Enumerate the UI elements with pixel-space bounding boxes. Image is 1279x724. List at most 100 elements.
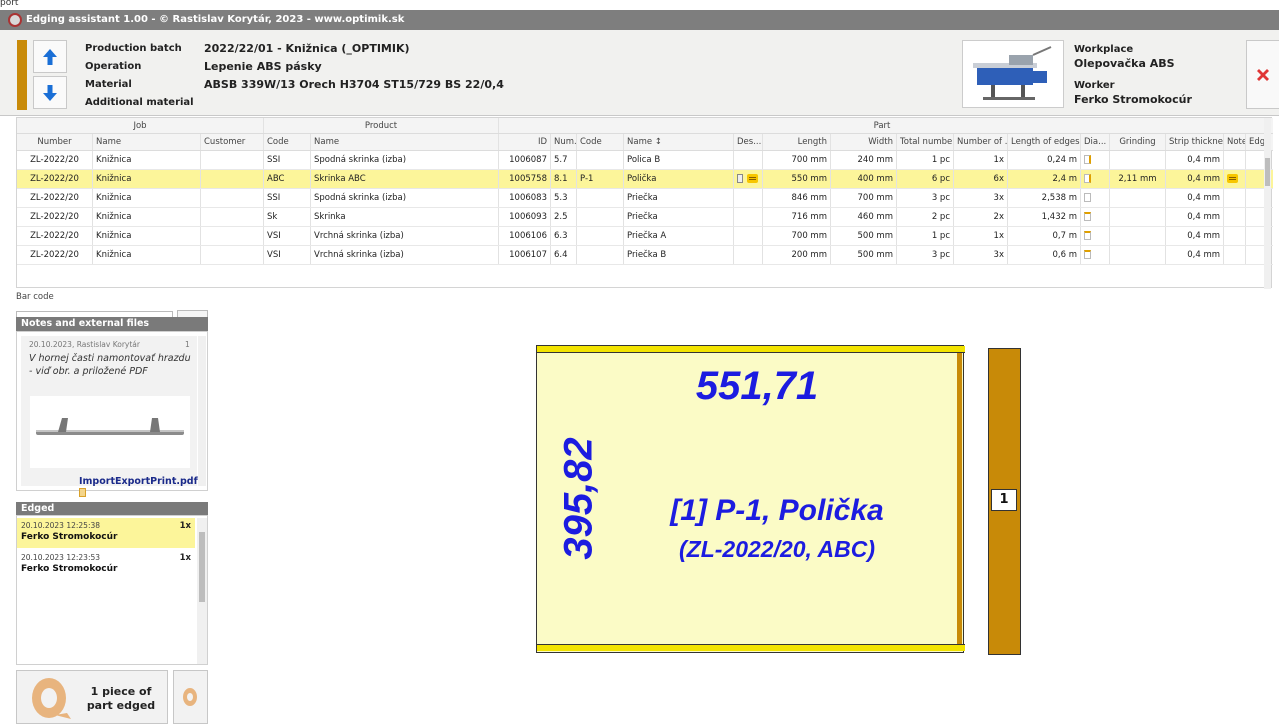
table-row[interactable]: ZL-2022/20 Knižnica Sk Skrinka 1006093 2.5 Pri…	[17, 208, 1273, 227]
note-icon	[747, 174, 758, 183]
cell-code: VSI	[264, 227, 311, 245]
workplace-machine-image	[962, 40, 1064, 108]
col-number[interactable]: Number	[17, 134, 93, 150]
group-job: Job	[17, 118, 264, 133]
edge-tape-button[interactable]	[173, 670, 208, 724]
note-text: V hornej časti namontovať hrazdu - viď o…	[29, 353, 191, 377]
cell-customer	[201, 208, 264, 226]
table-row[interactable]: ZL-2022/20 Knižnica VSI Vrchná skrinka (izb…	[17, 246, 1273, 265]
cell-edge	[1246, 208, 1266, 226]
table-row[interactable]: ZL-2022/20 Knižnica VSI Vrchná skrinka (izb…	[17, 227, 1273, 246]
col-customer[interactable]: Customer	[201, 134, 264, 150]
arrow-down-icon	[43, 84, 57, 101]
cell-edge	[1246, 170, 1266, 188]
edge-right	[957, 353, 962, 644]
part-width-dimension: 395,82	[556, 437, 601, 560]
col-strip-thickness[interactable]: Strip thickne...	[1166, 134, 1224, 150]
cell-edge-diagram	[1081, 151, 1110, 169]
cell-edge-diagram	[1081, 227, 1110, 245]
cell-count: 1x	[954, 151, 1008, 169]
cell-attachment	[734, 208, 763, 226]
cell-product: Skrinka ABC	[311, 170, 499, 188]
cell-pname: Priečka A	[624, 227, 734, 245]
col-length[interactable]: Length	[763, 134, 831, 150]
cell-count: 1x	[954, 227, 1008, 245]
cell-num: 6.3	[551, 227, 577, 245]
col-width[interactable]: Width	[831, 134, 897, 150]
cell-length: 700 mm	[763, 227, 831, 245]
close-icon	[1257, 68, 1269, 81]
cell-pcode	[577, 151, 624, 169]
col-diagram[interactable]: Dia...	[1081, 134, 1110, 150]
cell-grinding	[1110, 246, 1166, 264]
col-product-name[interactable]: Name	[311, 134, 499, 150]
next-batch-button[interactable]	[33, 76, 67, 109]
cell-grinding: 2,11 mm	[1110, 170, 1166, 188]
edged-list-item[interactable]: 20.10.2023 12:25:38 1x Ferko Stromokocúr	[17, 518, 195, 548]
workplace-value: Olepovačka ABS	[1074, 57, 1175, 70]
note-item[interactable]: 20.10.2023, Rastislav Korytár 1 V hornej…	[21, 336, 198, 497]
app-icon	[8, 13, 22, 27]
col-description[interactable]: Des...	[734, 134, 763, 150]
col-edge[interactable]: Edg...	[1246, 134, 1266, 150]
notes-scrollbar[interactable]	[198, 336, 206, 486]
cell-edge-diagram	[1081, 246, 1110, 264]
cell-note	[1224, 227, 1246, 245]
operation-label: Operation	[85, 61, 142, 72]
cell-count: 2x	[954, 208, 1008, 226]
cell-name: Knižnica	[93, 151, 201, 169]
table-row[interactable]: ZL-2022/20 Knižnica ABC Skrinka ABC 1005758 8…	[17, 170, 1273, 189]
note-handle-image[interactable]	[30, 396, 190, 468]
pdf-icon	[79, 488, 86, 497]
cell-width: 500 mm	[831, 227, 897, 245]
edge-diagram-icon	[1084, 212, 1091, 221]
barcode-label: Bar code	[16, 292, 54, 302]
col-note[interactable]: Note	[1224, 134, 1246, 150]
material-color-stripe	[17, 40, 27, 110]
close-batch-button[interactable]	[1246, 40, 1279, 109]
group-part: Part	[499, 118, 1266, 133]
col-number-of[interactable]: Number of ...	[954, 134, 1008, 150]
piece-edged-button[interactable]: 1 piece of part edged	[16, 670, 168, 724]
cell-num: 8.1	[551, 170, 577, 188]
cell-note	[1224, 189, 1246, 207]
cell-num: 5.3	[551, 189, 577, 207]
note-attachment-link[interactable]: ImportExportPrint.pdf	[79, 476, 198, 498]
cell-edges: 0,24 m	[1008, 151, 1081, 169]
note-meta: 20.10.2023, Rastislav Korytár	[29, 340, 140, 349]
edge-bottom	[537, 644, 965, 651]
cell-code: VSI	[264, 246, 311, 264]
table-row[interactable]: ZL-2022/20 Knižnica SSI Spodná skrinka (izb…	[17, 189, 1273, 208]
cell-strip: 0,4 mm	[1166, 151, 1224, 169]
col-part-name[interactable]: Name ↕	[624, 134, 734, 150]
col-total-number[interactable]: Total number	[897, 134, 954, 150]
col-id[interactable]: ID	[499, 134, 551, 150]
additional-material-label: Additional material	[85, 97, 194, 108]
notes-panel: 20.10.2023, Rastislav Korytár 1 V hornej…	[16, 331, 208, 497]
col-length-of-edges[interactable]: Length of edges	[1008, 134, 1081, 150]
strip-number: 1	[991, 489, 1017, 511]
edge-tape-roll-icon	[182, 688, 197, 706]
cell-num: 6.4	[551, 246, 577, 264]
edged-list-item[interactable]: 20.10.2023 12:23:53 1x Ferko Stromokocúr	[17, 550, 195, 580]
part-rectangle: 551,71 395,82 [1] P-1, Polička (ZL-2022/…	[536, 345, 965, 653]
grid-column-header: Number Name Customer Code Name ID Num...…	[17, 134, 1273, 151]
edged-date: 20.10.2023 12:23:53	[21, 553, 101, 562]
previous-batch-button[interactable]	[33, 40, 67, 73]
col-num[interactable]: Num...	[551, 134, 577, 150]
cell-product: Spodná skrinka (izba)	[311, 189, 499, 207]
cell-edge	[1246, 227, 1266, 245]
grid-scrollbar[interactable]	[1264, 118, 1271, 289]
edged-scrollbar[interactable]	[197, 518, 207, 664]
cell-edge	[1246, 151, 1266, 169]
table-row[interactable]: ZL-2022/20 Knižnica SSI Spodná skrinka (izb…	[17, 151, 1273, 170]
cell-count: 6x	[954, 170, 1008, 188]
col-product-code[interactable]: Code	[264, 134, 311, 150]
part-length-dimension: 551,71	[695, 364, 819, 408]
col-job-name[interactable]: Name	[93, 134, 201, 150]
cell-total: 1 pc	[897, 227, 954, 245]
col-grinding[interactable]: Grinding	[1110, 134, 1166, 150]
col-part-code[interactable]: Code	[577, 134, 624, 150]
cell-width: 500 mm	[831, 246, 897, 264]
operation-value: Lepenie ABS pásky	[204, 60, 322, 73]
